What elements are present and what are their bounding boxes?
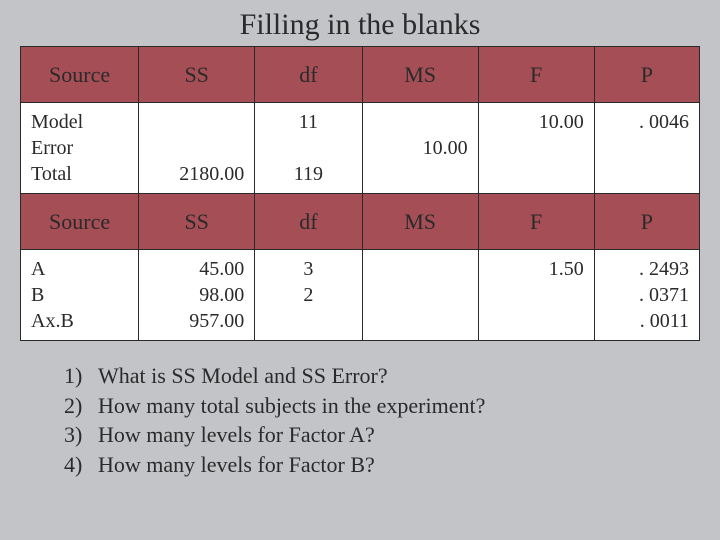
label-error: Error: [31, 135, 128, 161]
value-p-a: . 2493: [605, 256, 689, 282]
col2-source: Source: [21, 194, 139, 250]
col2-ss: SS: [139, 194, 255, 250]
col2-df: df: [255, 194, 362, 250]
cell-f-effects: 1.50: [478, 250, 594, 341]
label-axb: Ax.B: [31, 308, 128, 334]
question-3: 3) How many levels for Factor A?: [64, 420, 700, 450]
value-ss-a: 45.00: [149, 256, 244, 282]
label-a: A: [31, 256, 128, 282]
header-row-bottom: Source SS df MS F P: [21, 194, 700, 250]
question-2: 2) How many total subjects in the experi…: [64, 391, 700, 421]
cell-source-effects: A B Ax.B: [21, 250, 139, 341]
question-text: What is SS Model and SS Error?: [98, 361, 388, 391]
question-number: 1): [64, 361, 98, 391]
question-text: How many levels for Factor B?: [98, 450, 375, 480]
cell-f-overall: 10.00: [478, 103, 594, 194]
row-effects: A B Ax.B 45.00 98.00 957.00 3 2 1.50 . 2…: [21, 250, 700, 341]
value-ms-error: 10.00: [373, 135, 468, 161]
cell-p-effects: . 2493 . 0371 . 0011: [594, 250, 699, 341]
value-f-model: 10.00: [489, 109, 584, 135]
question-number: 3): [64, 420, 98, 450]
question-4: 4) How many levels for Factor B?: [64, 450, 700, 480]
cell-df-effects: 3 2: [255, 250, 362, 341]
col-df: df: [255, 47, 362, 103]
label-b: B: [31, 282, 128, 308]
col-ms: MS: [362, 47, 478, 103]
value-p-axb: . 0011: [605, 308, 689, 334]
col-source: Source: [21, 47, 139, 103]
value-ss-total: 2180.00: [149, 161, 244, 187]
cell-ss-effects: 45.00 98.00 957.00: [139, 250, 255, 341]
value-p-b: . 0371: [605, 282, 689, 308]
label-model: Model: [31, 109, 128, 135]
question-1: 1) What is SS Model and SS Error?: [64, 361, 700, 391]
value-df-b: 2: [265, 282, 351, 308]
question-text: How many levels for Factor A?: [98, 420, 375, 450]
row-overall: Model Error Total 2180.00 11 119 10.00 1…: [21, 103, 700, 194]
col-ss: SS: [139, 47, 255, 103]
value-df-total: 119: [265, 161, 351, 187]
page-title: Filling in the blanks: [20, 8, 700, 42]
label-total: Total: [31, 161, 128, 187]
anova-table: Source SS df MS F P Model Error Total 21…: [20, 46, 700, 341]
question-number: 2): [64, 391, 98, 421]
value-ss-axb: 957.00: [149, 308, 244, 334]
col2-p: P: [594, 194, 699, 250]
col-f: F: [478, 47, 594, 103]
col2-f: F: [478, 194, 594, 250]
value-df-model: 11: [265, 109, 351, 135]
cell-df-overall: 11 119: [255, 103, 362, 194]
col-p: P: [594, 47, 699, 103]
cell-ms-effects: [362, 250, 478, 341]
value-ss-b: 98.00: [149, 282, 244, 308]
value-p-model: . 0046: [605, 109, 689, 135]
question-list: 1) What is SS Model and SS Error? 2) How…: [20, 361, 700, 480]
value-f-a: 1.50: [489, 256, 584, 282]
col2-ms: MS: [362, 194, 478, 250]
value-df-a: 3: [265, 256, 351, 282]
question-text: How many total subjects in the experimen…: [98, 391, 485, 421]
cell-source-overall: Model Error Total: [21, 103, 139, 194]
header-row-top: Source SS df MS F P: [21, 47, 700, 103]
cell-ss-overall: 2180.00: [139, 103, 255, 194]
cell-ms-overall: 10.00: [362, 103, 478, 194]
cell-p-overall: . 0046: [594, 103, 699, 194]
question-number: 4): [64, 450, 98, 480]
